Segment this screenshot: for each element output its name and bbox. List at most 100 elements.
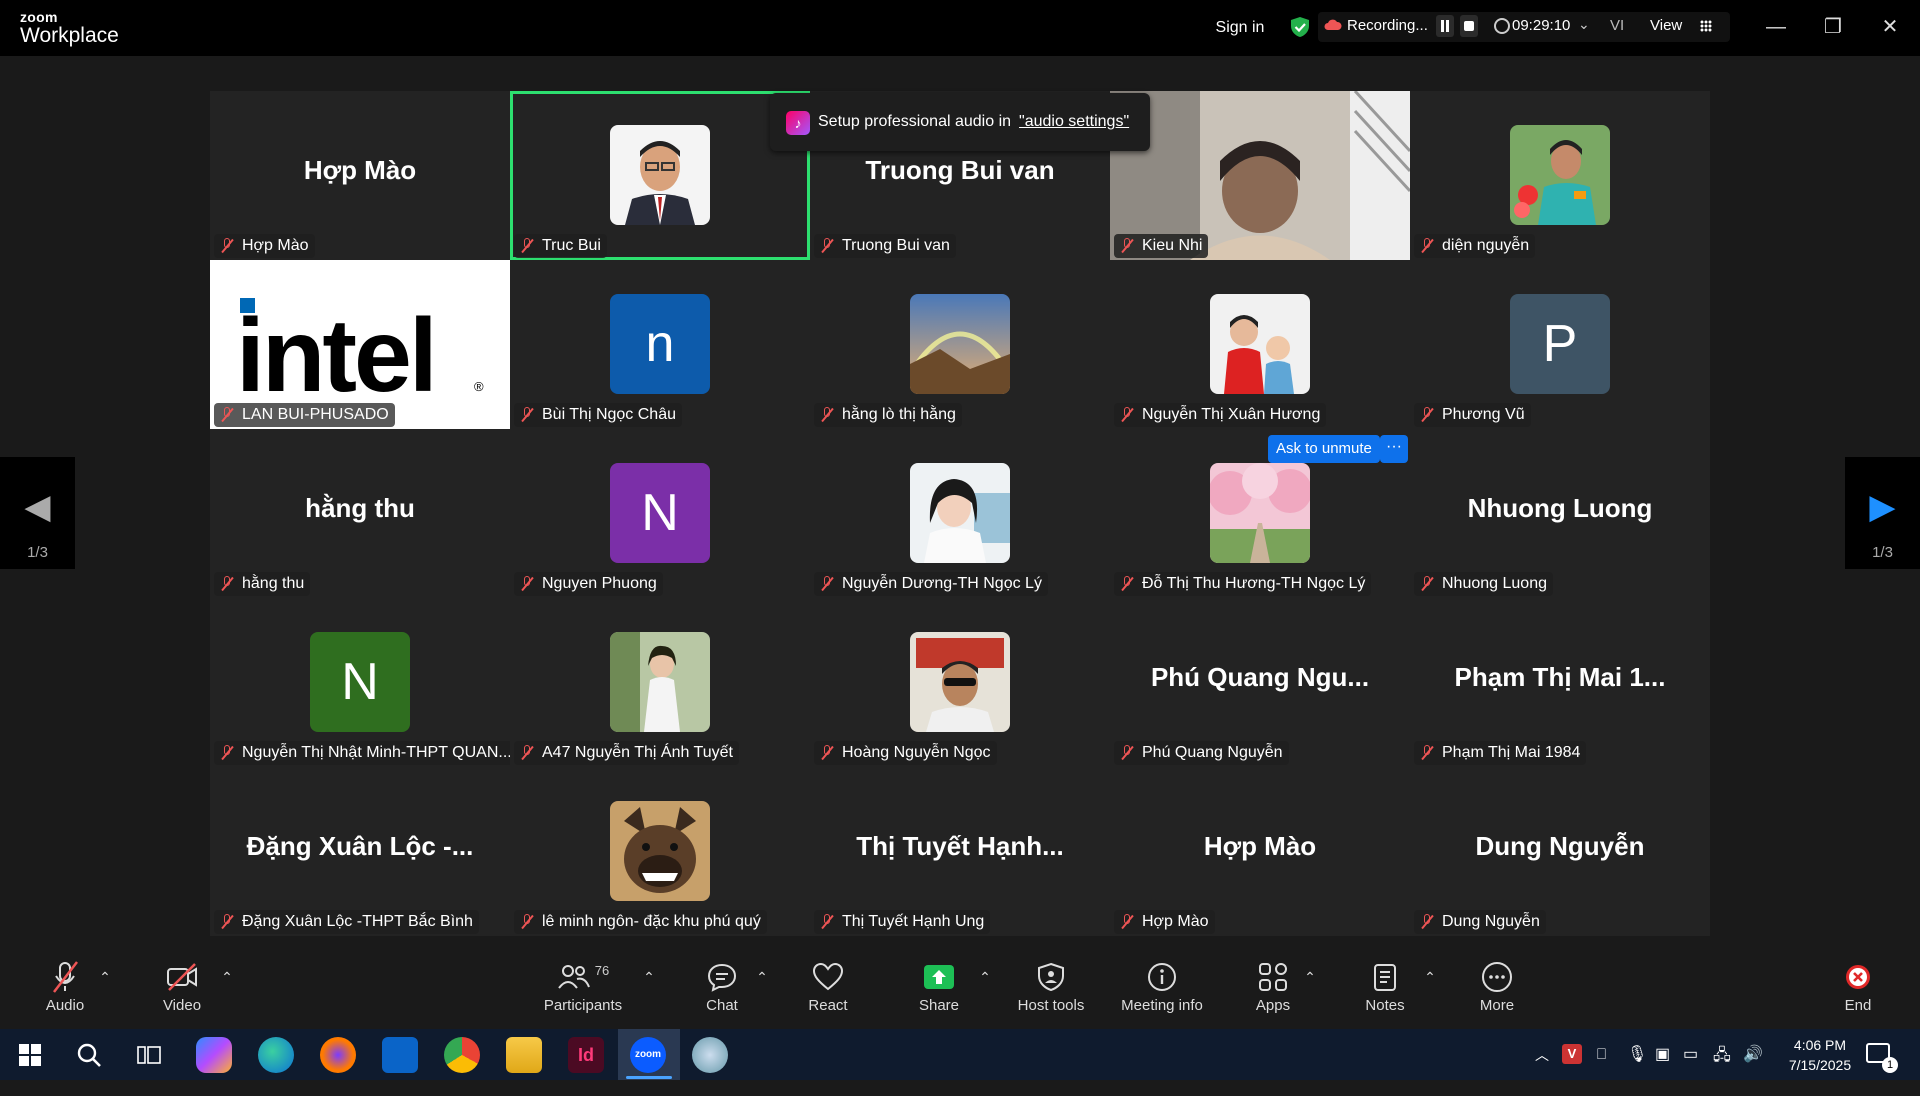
audio-label: Audio	[45, 997, 85, 1014]
participant-tile[interactable]: Hợp Mào Hợp Mào	[1110, 767, 1410, 936]
network-icon[interactable]: 🖧	[1713, 1044, 1731, 1071]
apps-options-caret-icon[interactable]: ⌃	[1301, 969, 1319, 986]
participant-tile[interactable]: Nguyễn Dương-TH Ngọc Lý	[810, 429, 1110, 598]
sign-in-button[interactable]: Sign in	[1200, 14, 1280, 42]
participant-tile[interactable]: N Nguyen Phuong	[510, 429, 810, 598]
task-view-icon[interactable]	[137, 1045, 161, 1065]
participant-tile[interactable]: hằng thu hằng thu	[210, 429, 510, 598]
participant-tile[interactable]: Đặng Xuân Lộc -... Đặng Xuân Lộc -THPT B…	[210, 767, 510, 936]
profile-photo	[910, 294, 1010, 394]
audio-options-caret-icon[interactable]: ⌃	[96, 969, 114, 986]
microphone-tray-icon[interactable]: 🎙	[1627, 1044, 1647, 1064]
participant-tile-video[interactable]: intel ® LAN BUI-PHUSADO	[210, 260, 510, 429]
tray-chevron-icon[interactable]: ︿	[1535, 1045, 1549, 1096]
share-options-caret-icon[interactable]: ⌃	[976, 969, 994, 986]
system-clock[interactable]: 4:06 PM 7/15/2025	[1770, 1035, 1870, 1075]
participant-tile[interactable]: Thị Tuyết Hạnh... Thị Tuyết Hạnh Ung	[810, 767, 1110, 936]
minimize-button[interactable]: —	[1756, 10, 1796, 44]
participant-name: diện nguyễn	[1442, 237, 1530, 254]
participant-label: lê minh ngôn- đặc khu phú quý	[514, 910, 767, 934]
muted-mic-icon	[520, 745, 534, 761]
audio-settings-link[interactable]: "audio settings"	[1019, 113, 1129, 130]
muted-mic-icon	[1120, 238, 1134, 254]
display-tray-icon[interactable]: ▣	[1655, 1044, 1670, 1064]
video-options-caret-icon[interactable]: ⌃	[218, 969, 236, 986]
ask-to-unmute-button[interactable]: Ask to unmute	[1268, 435, 1380, 463]
outlook-icon[interactable]	[382, 1037, 418, 1073]
music-note-icon: ♪	[786, 111, 810, 135]
share-button[interactable]: Share	[889, 959, 989, 1025]
previous-page-button[interactable]: ◀ 1/3	[0, 457, 75, 569]
view-button[interactable]: View	[1650, 17, 1682, 34]
profile-photo	[610, 632, 710, 732]
pause-recording-button[interactable]	[1436, 15, 1454, 37]
notes-options-caret-icon[interactable]: ⌃	[1421, 969, 1439, 986]
video-button[interactable]: Video	[132, 959, 232, 1025]
participant-tile[interactable]: Hoàng Nguyễn Ngọc	[810, 598, 1110, 767]
meeting-info-button[interactable]: Meeting info	[1112, 959, 1212, 1025]
edge-browser-icon[interactable]	[258, 1037, 294, 1073]
end-meeting-button[interactable]: End	[1808, 959, 1908, 1025]
copilot-icon[interactable]	[196, 1037, 232, 1073]
close-window-button[interactable]: ✕	[1870, 10, 1910, 44]
search-icon[interactable]	[76, 1042, 102, 1068]
muted-mic-icon	[1120, 914, 1134, 930]
more-button[interactable]: More	[1447, 959, 1547, 1025]
video-label: Video	[162, 997, 202, 1014]
avatar-letter: N	[310, 632, 410, 732]
muted-mic-icon	[220, 914, 234, 930]
chrome-icon[interactable]	[444, 1037, 480, 1073]
participants-count: 76	[594, 962, 610, 978]
participant-tile-video[interactable]: Kieu Nhi	[1110, 89, 1412, 260]
participant-tile[interactable]: P Phương Vũ	[1410, 260, 1710, 429]
participant-tile[interactable]: diện nguyễn	[1410, 91, 1710, 260]
windows-start-icon[interactable]	[18, 1043, 42, 1067]
participant-tile[interactable]: hằng lò thị hằng	[810, 260, 1110, 429]
participant-tile[interactable]: n Bùi Thị Ngọc Châu	[510, 260, 810, 429]
participants-button[interactable]: 76 Participants	[533, 959, 633, 1025]
notes-button[interactable]: Notes	[1335, 959, 1435, 1025]
participant-tile[interactable]: N Nguyễn Thị Nhật Minh-THPT QUAN...	[210, 598, 518, 767]
participant-tile[interactable]: A47 Nguyễn Thị Ánh Tuyết	[510, 598, 810, 767]
zoom-app-icon[interactable]: zoom	[630, 1037, 666, 1073]
host-tools-button[interactable]: Host tools	[1001, 959, 1101, 1025]
share-screen-icon	[924, 965, 954, 989]
participant-tile[interactable]: Phạm Thị Mai 1... Phạm Thị Mai 1984	[1410, 598, 1710, 767]
participants-options-caret-icon[interactable]: ⌃	[640, 969, 658, 986]
encryption-shield-icon[interactable]	[1289, 16, 1311, 38]
next-page-button[interactable]: ▶ 1/3	[1845, 457, 1920, 569]
paint-icon[interactable]	[692, 1037, 728, 1073]
chevron-down-icon[interactable]: ⌄	[1578, 16, 1590, 33]
stop-recording-button[interactable]	[1460, 15, 1478, 37]
clock-date: 7/15/2025	[1788, 1057, 1852, 1073]
indesign-icon[interactable]: Id	[568, 1037, 604, 1073]
participant-tile[interactable]: Nguyễn Thị Xuân Hương	[1110, 260, 1410, 429]
firefox-icon[interactable]	[320, 1037, 356, 1073]
grid-view-icon[interactable]	[1700, 20, 1712, 32]
participant-tile[interactable]: Hợp Mào Hợp Mào	[210, 91, 510, 260]
participant-tile-active-speaker[interactable]: Truc Bui	[510, 91, 810, 260]
participant-tile[interactable]: Phú Quang Ngu... Phú Quang Nguyễn	[1110, 598, 1410, 767]
participant-tile[interactable]: lê minh ngôn- đặc khu phú quý	[510, 767, 810, 936]
react-button[interactable]: React	[778, 959, 878, 1025]
participant-display-name: Hợp Mào	[1203, 831, 1317, 861]
recording-status[interactable]: Recording...	[1347, 17, 1428, 34]
muted-mic-icon	[820, 238, 834, 254]
volume-icon[interactable]: 🔊	[1743, 1044, 1763, 1064]
restore-button[interactable]: ❐	[1813, 10, 1853, 44]
participant-tile[interactable]: Nhuong Luong Nhuong Luong	[1410, 429, 1710, 598]
participant-display-name: hằng thu	[305, 493, 415, 523]
muted-mic-icon	[220, 238, 234, 254]
chat-options-caret-icon[interactable]: ⌃	[753, 969, 771, 986]
more-options-button[interactable]: ···	[1380, 435, 1408, 463]
language-button[interactable]: VI	[1610, 17, 1624, 34]
page-indicator-right: 1/3	[1872, 544, 1893, 561]
participant-name: hằng thu	[242, 575, 305, 592]
v-tray-icon[interactable]: V	[1562, 1044, 1582, 1064]
battery-icon[interactable]: ▭	[1683, 1044, 1698, 1064]
file-explorer-icon[interactable]	[506, 1037, 542, 1073]
info-icon	[1148, 963, 1176, 991]
participant-tile[interactable]: Dung Nguyễn Dung Nguyễn	[1410, 767, 1710, 936]
camera-tray-icon[interactable]: ⎕	[1597, 1046, 1606, 1063]
apps-icon	[1259, 963, 1287, 991]
